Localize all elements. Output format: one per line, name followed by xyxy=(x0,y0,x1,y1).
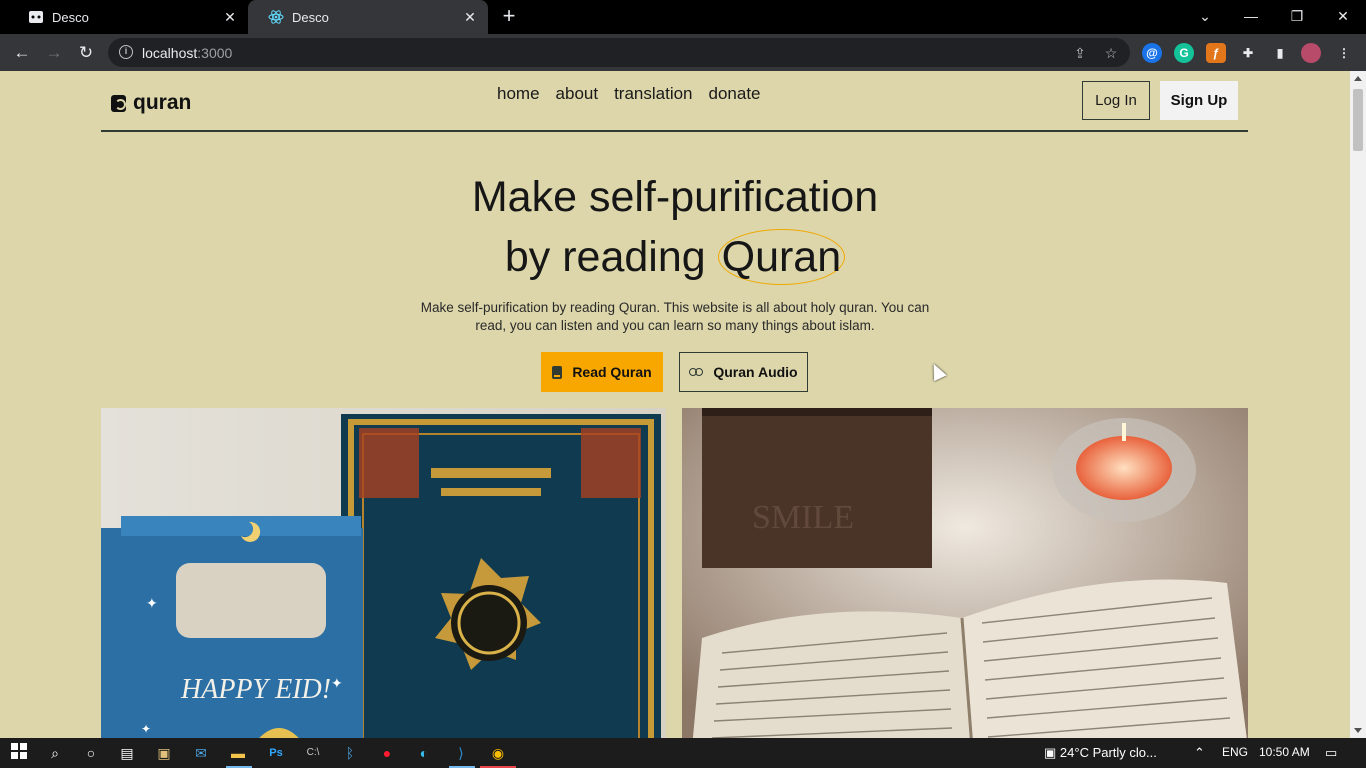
back-arrow-icon[interactable]: ← xyxy=(9,40,35,66)
hero-line-1: Make self-purification xyxy=(471,173,879,221)
scroll-down-icon[interactable] xyxy=(1354,728,1362,733)
quran-book-icon xyxy=(111,94,126,112)
bluetooth-icon[interactable]: ᛒ xyxy=(339,743,361,763)
signup-button[interactable]: Sign Up xyxy=(1160,81,1238,120)
share-icon[interactable]: ⇪ xyxy=(1070,43,1090,63)
menu-about[interactable]: about xyxy=(556,84,599,104)
restore-button[interactable]: ❐ xyxy=(1274,0,1320,34)
svg-text:SMILE: SMILE xyxy=(752,499,854,536)
menu-translation[interactable]: translation xyxy=(614,84,692,104)
book-icon xyxy=(552,365,563,379)
scroll-up-icon[interactable] xyxy=(1354,76,1362,81)
page-viewport: quran home about translation donate Log … xyxy=(0,71,1350,738)
notifications-icon[interactable]: ▭ xyxy=(1325,745,1337,761)
hero-image-open-quran: SMILE xyxy=(682,408,1248,738)
site-logo[interactable]: quran xyxy=(111,91,191,115)
mail-icon[interactable]: ✉ xyxy=(190,743,212,763)
address-bar[interactable]: i localhost:3000 ⇪ ☆ xyxy=(108,38,1130,67)
opera-icon[interactable]: ● xyxy=(376,743,398,763)
terminal-icon[interactable]: C:\ xyxy=(302,743,324,763)
edge-icon[interactable]: ◐ xyxy=(413,743,435,763)
page-scrollbar[interactable] xyxy=(1350,71,1366,738)
file-explorer-icon[interactable]: ▬ xyxy=(227,743,249,763)
logo-text: quran xyxy=(133,91,192,114)
photoshop-icon[interactable]: Ps xyxy=(265,743,287,763)
voicemail-icon xyxy=(689,368,704,376)
bookmark-star-icon[interactable]: ☆ xyxy=(1101,43,1121,63)
browser-tab-strip: Desco ✕ Desco ✕ + ⌄ — ❐ ✕ xyxy=(0,0,1366,34)
page-favicon-icon xyxy=(28,9,44,25)
browser-tab[interactable]: Desco ✕ xyxy=(8,0,248,34)
new-tab-button[interactable]: + xyxy=(498,5,520,27)
url-text: localhost:3000 xyxy=(142,45,233,61)
hero-line-2: by reading Quran xyxy=(0,227,1350,287)
read-quran-button[interactable]: Read Quran xyxy=(541,352,663,392)
hero-image-eid-quran: HAPPY EID! ✦ ✦ ✦ xyxy=(101,408,666,738)
weather-widget[interactable]: ▣ 24°C Partly clo... xyxy=(1044,745,1157,761)
tab-search-icon[interactable]: ⌄ xyxy=(1182,0,1228,34)
side-panel-icon[interactable]: ▮ xyxy=(1270,43,1290,63)
hero-subtitle: Make self-purification by reading Quran.… xyxy=(420,300,930,333)
chrome-menu-icon[interactable]: ⋮ xyxy=(1334,43,1354,63)
hero-title: Make self-purification by reading Quran xyxy=(0,167,1350,287)
login-button[interactable]: Log In xyxy=(1082,81,1150,120)
reload-icon[interactable]: ↻ xyxy=(73,40,99,66)
forward-arrow-icon[interactable]: → xyxy=(41,40,67,66)
menu-donate[interactable]: donate xyxy=(709,84,761,104)
search-icon[interactable]: ⌕ xyxy=(44,743,66,763)
minimize-button[interactable]: — xyxy=(1228,0,1274,34)
windows-taskbar: ⌕ ○ ▤ ▣ ✉ ▬ Ps C:\ ᛒ ● ◐ ⟩ ◉ ▣ 24°C Part… xyxy=(0,738,1366,768)
extensions-puzzle-icon[interactable]: ✚ xyxy=(1238,43,1258,63)
vscode-icon[interactable]: ⟩ xyxy=(450,743,472,763)
clock[interactable]: 10:50 AM xyxy=(1259,745,1310,759)
react-favicon-icon xyxy=(268,9,284,25)
svg-text:✦: ✦ xyxy=(141,722,151,736)
store-icon[interactable]: ▣ xyxy=(153,743,175,763)
main-menu: home about translation donate xyxy=(497,84,761,104)
metamask-extension-icon[interactable]: ƒ xyxy=(1206,43,1226,63)
browser-toolbar: ← → ↻ i localhost:3000 ⇪ ☆ @ G ƒ ✚ ▮ ⋮ xyxy=(0,34,1366,71)
quran-audio-button[interactable]: Quran Audio xyxy=(679,352,808,392)
windows-start-icon[interactable] xyxy=(8,743,30,763)
tab-title: Desco xyxy=(292,9,329,25)
cortana-icon[interactable]: ○ xyxy=(80,743,102,763)
close-window-button[interactable]: ✕ xyxy=(1320,0,1366,34)
grammarly-extension-icon[interactable]: G xyxy=(1174,43,1194,63)
chrome-icon[interactable]: ◉ xyxy=(487,743,509,763)
site-header: quran home about translation donate Log … xyxy=(101,71,1248,132)
task-view-icon[interactable]: ▤ xyxy=(116,743,138,763)
svg-text:✦: ✦ xyxy=(331,675,343,691)
site-info-icon[interactable]: i xyxy=(119,45,133,59)
tray-chevron-icon[interactable]: ⌃ xyxy=(1194,745,1205,761)
language-indicator[interactable]: ENG xyxy=(1222,745,1248,759)
close-tab-icon[interactable]: ✕ xyxy=(462,9,478,25)
browser-tab-active[interactable]: Desco ✕ xyxy=(248,0,488,34)
tab-title: Desco xyxy=(52,9,89,25)
close-tab-icon[interactable]: ✕ xyxy=(222,9,238,25)
svg-text:✦: ✦ xyxy=(146,595,158,611)
mouse-cursor xyxy=(927,360,947,382)
scrollbar-thumb[interactable] xyxy=(1353,89,1363,151)
svg-text:HAPPY EID!: HAPPY EID! xyxy=(180,674,331,705)
hero-highlight: Quran xyxy=(717,229,846,285)
extension-at-icon[interactable]: @ xyxy=(1142,43,1162,63)
menu-home[interactable]: home xyxy=(497,84,540,104)
profile-avatar[interactable] xyxy=(1301,43,1321,63)
